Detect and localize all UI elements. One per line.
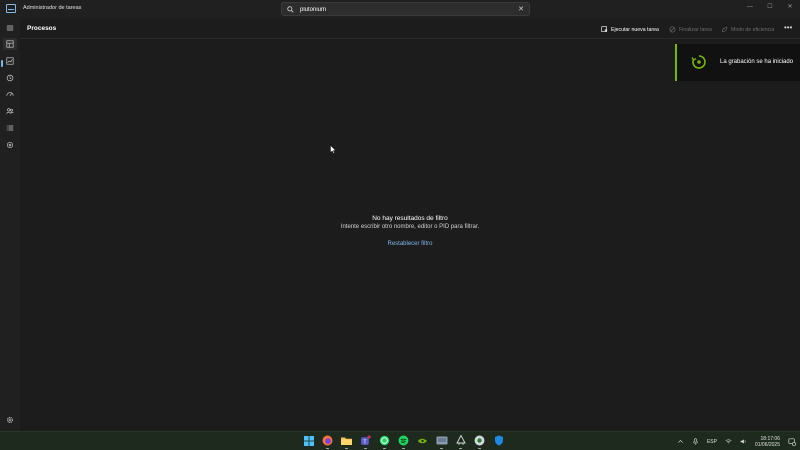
toast-text: La grabación se ha iniciado — [720, 59, 794, 65]
startup-icon[interactable] — [3, 89, 17, 101]
command-bar: Procesos Ejecutar nueva tarea Finalizar … — [20, 19, 800, 39]
clock[interactable]: 18:17:06 01/06/2025 — [755, 436, 780, 448]
left-nav — [0, 19, 20, 431]
more-options-icon[interactable]: ••• — [784, 24, 792, 32]
empty-state: No hay resultados de filtro Intente escr… — [20, 215, 800, 250]
title-bar: Administrador de tareas ✕ — ☐ ✕ — [0, 0, 800, 19]
mouse-cursor-icon — [330, 145, 336, 154]
volume-icon[interactable] — [740, 438, 747, 445]
search-input[interactable] — [300, 4, 510, 15]
taskbar-apps: T — [302, 434, 505, 449]
window-title: Administrador de tareas — [23, 5, 82, 11]
end-task-label: Finalizar tarea — [679, 26, 712, 33]
recording-icon — [691, 55, 706, 69]
run-task-label: Ejecutar nueva tarea — [611, 26, 659, 33]
run-task-icon — [601, 26, 608, 32]
clear-search-icon[interactable]: ✕ — [518, 4, 524, 15]
maximize-icon[interactable]: ☐ — [760, 0, 780, 13]
clock-date: 01/06/2025 — [754, 441, 780, 448]
taskbar: T ESP 18:17:06 01/06/2025 — [0, 431, 800, 450]
details-icon[interactable] — [3, 122, 17, 134]
windows-start-icon[interactable] — [302, 434, 315, 447]
keyboard-app-icon[interactable] — [435, 434, 448, 449]
window-controls: — ☐ ✕ — [740, 0, 800, 13]
microphone-icon[interactable] — [692, 438, 699, 445]
close-icon[interactable]: ✕ — [780, 0, 800, 13]
task-manager-icon — [6, 4, 16, 13]
gear-icon[interactable] — [3, 414, 17, 426]
performance-icon[interactable] — [3, 55, 17, 67]
run-new-task-button[interactable]: Ejecutar nueva tarea — [601, 25, 659, 34]
nvidia-icon[interactable] — [416, 434, 429, 447]
system-tray: ESP 18:17:06 01/06/2025 — [677, 432, 800, 450]
end-task-button[interactable]: Finalizar tarea — [669, 25, 712, 34]
wifi-icon[interactable] — [725, 438, 732, 445]
reset-filter-link[interactable]: Restablecer filtro — [387, 241, 432, 247]
search-icon — [287, 6, 294, 13]
minimize-icon[interactable]: — — [740, 0, 760, 13]
efficiency-label: Modo de eficiencia — [731, 26, 775, 33]
empty-subtitle: Intente escribir otro nombre, editor o P… — [340, 224, 480, 230]
services-icon[interactable] — [3, 139, 17, 151]
hamburger-menu-icon[interactable] — [3, 22, 17, 34]
users-icon[interactable] — [3, 105, 17, 117]
language-indicator[interactable]: ESP — [707, 439, 717, 445]
search-box[interactable]: ✕ — [281, 2, 530, 16]
history-icon[interactable] — [3, 72, 17, 84]
spotify-icon[interactable] — [397, 434, 410, 449]
empty-title: No hay resultados de filtro — [372, 215, 448, 222]
processes-icon[interactable] — [3, 38, 17, 50]
chevron-up-icon[interactable] — [677, 438, 684, 445]
end-task-icon — [669, 26, 676, 33]
file-explorer-icon[interactable] — [340, 434, 353, 449]
page-title: Procesos — [27, 25, 57, 32]
inkscape-icon[interactable] — [454, 434, 467, 449]
leaf-icon — [722, 27, 728, 32]
notification-icon[interactable] — [788, 438, 796, 446]
firefox-icon[interactable] — [321, 434, 334, 449]
teams-icon[interactable]: T — [359, 434, 372, 449]
whatsapp-icon[interactable] — [378, 434, 391, 449]
security-shield-icon[interactable] — [492, 434, 505, 447]
chrome-app-icon[interactable] — [473, 434, 486, 449]
recording-toast: La grabación se ha iniciado — [675, 44, 800, 81]
efficiency-mode-button[interactable]: Modo de eficiencia — [721, 25, 774, 34]
